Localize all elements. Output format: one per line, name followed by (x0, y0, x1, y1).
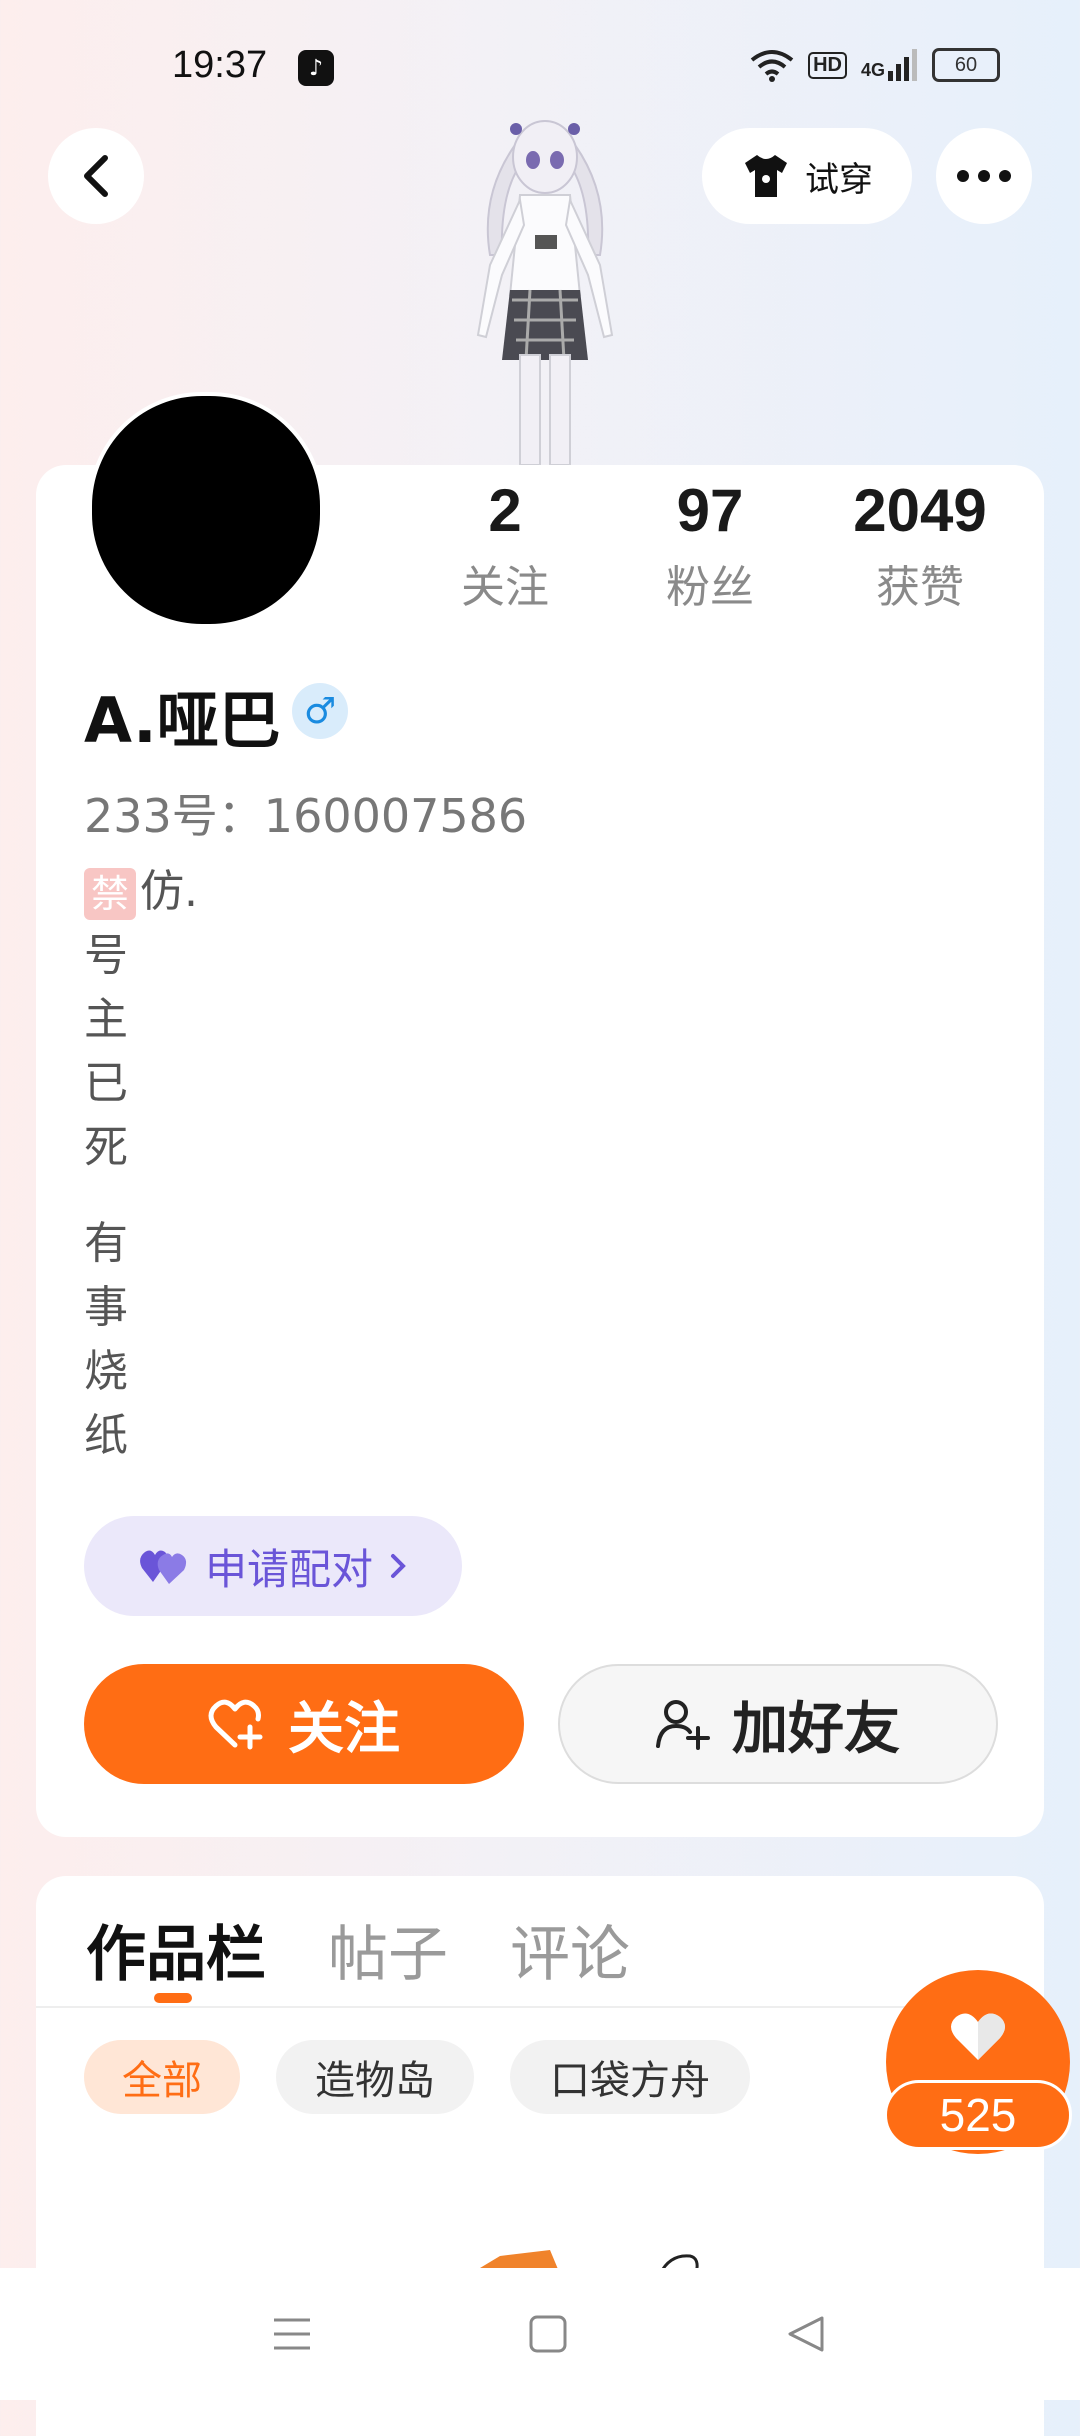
heart-plus-icon (208, 1699, 263, 1750)
add-friend-button[interactable]: 加好友 (558, 1664, 998, 1784)
ban-badge: 禁 (84, 868, 136, 920)
follow-label: 关注 (288, 1696, 400, 1762)
add-friend-label: 加好友 (732, 1696, 900, 1762)
filter-chip-all[interactable]: 全部 (84, 2040, 240, 2114)
chevron-right-icon (391, 1554, 406, 1578)
likes-count: 2049 (853, 477, 987, 544)
signal-icon (888, 49, 917, 81)
wifi-icon (750, 50, 794, 82)
network-label: 4G (861, 49, 918, 81)
menu-icon[interactable] (272, 2316, 312, 2352)
try-on-label: 试穿 (805, 159, 873, 200)
user-name: A.哑巴 (84, 684, 281, 757)
stat-likes[interactable]: 2049 获赞 (820, 475, 1020, 615)
following-label: 关注 (461, 562, 549, 613)
floating-like-button[interactable]: 525 (884, 1970, 1072, 2154)
like-count: 525 (884, 2080, 1072, 2150)
home-icon[interactable] (528, 2314, 568, 2354)
following-count: 2 (488, 477, 522, 544)
status-time: 19:37 (172, 44, 268, 86)
bio-line: 事 (84, 1282, 128, 1333)
heart-icon (951, 2013, 1005, 2060)
hd-badge: HD (808, 51, 847, 79)
request-pair-label: 申请配对 (204, 1544, 373, 1594)
try-on-button[interactable]: 试穿 (702, 128, 912, 224)
fans-count: 97 (676, 477, 744, 544)
add-person-icon (656, 1700, 710, 1750)
avatar[interactable] (88, 392, 324, 628)
bio-line: 号 (84, 930, 128, 981)
bio-line: 纸 (84, 1410, 128, 1461)
bio-line: 死 (84, 1122, 128, 1173)
more-dots-icon (957, 170, 1011, 182)
follow-button[interactable]: 关注 (84, 1664, 524, 1784)
tab-comments[interactable]: 评论 (510, 1906, 630, 1993)
tab-works[interactable]: 作品栏 (86, 1906, 266, 1993)
fans-label: 粉丝 (666, 562, 754, 613)
back-nav-icon[interactable] (786, 2314, 826, 2354)
avatar-character-figure (476, 120, 614, 465)
more-options-button[interactable] (936, 128, 1032, 224)
bio-line: 主 (84, 994, 128, 1045)
system-navigation-bar (0, 2268, 1080, 2400)
user-bio: 禁仿. 号 主 已 死 有 事 烧 纸 (84, 860, 198, 1468)
back-button[interactable] (48, 128, 144, 224)
shirt-icon (745, 155, 787, 197)
chevron-left-icon (84, 155, 108, 197)
double-heart-icon (140, 1550, 187, 1584)
tab-posts[interactable]: 帖子 (328, 1906, 448, 1993)
bio-line: 有 (84, 1218, 128, 1269)
tiktok-notification-icon: ♪ (298, 50, 334, 86)
active-tab-indicator (154, 1993, 192, 2003)
status-icons: HD 4G 60 (750, 48, 1000, 82)
request-pair-button[interactable]: 申请配对 (84, 1516, 462, 1616)
user-id[interactable]: 233号：160007586 (84, 780, 527, 846)
bio-line: 已 (84, 1058, 128, 1109)
filter-chip-pocket-ark[interactable]: 口袋方舟 (510, 2040, 750, 2114)
battery-indicator: 60 (932, 48, 1000, 82)
male-gender-icon: ♂ (292, 683, 348, 739)
bio-line: 烧 (84, 1346, 128, 1397)
bio-line-1: 禁仿. (84, 860, 198, 924)
filter-chip-creation-island[interactable]: 造物岛 (276, 2040, 474, 2114)
likes-label: 获赞 (876, 562, 964, 613)
stat-fans[interactable]: 97 粉丝 (610, 475, 810, 615)
bio-line-blank (84, 1180, 198, 1212)
stat-following[interactable]: 2 关注 (405, 475, 605, 615)
